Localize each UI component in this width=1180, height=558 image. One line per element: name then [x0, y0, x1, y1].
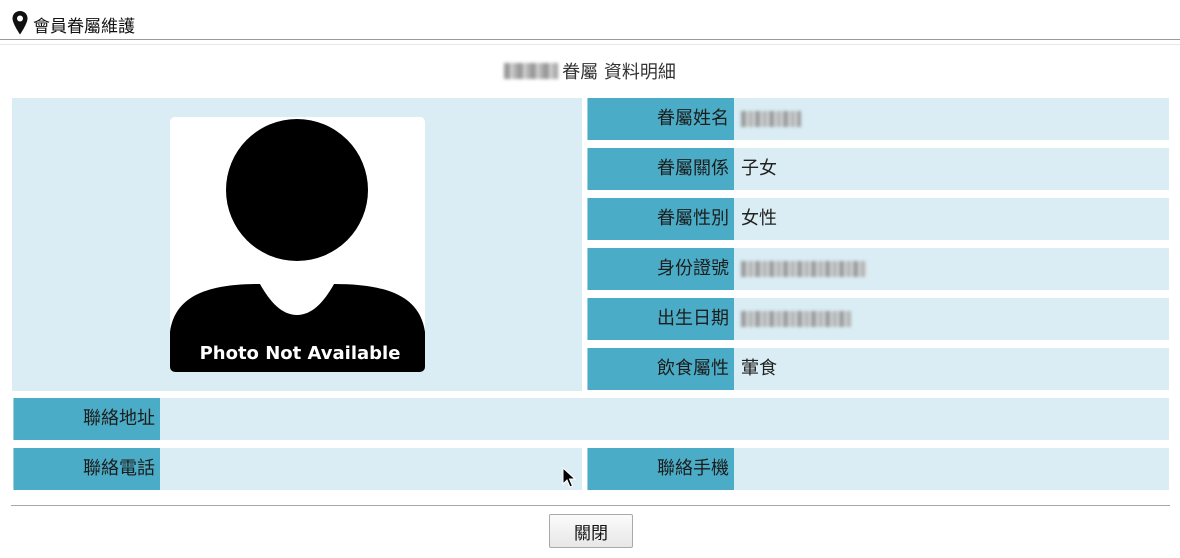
map-pin-icon [12, 11, 28, 35]
field-label-address: 聯絡地址 [13, 398, 160, 440]
person-silhouette-icon: Photo Not Available [170, 119, 425, 372]
field-row-diet: 飲食屬性 葷食 [587, 348, 1169, 390]
field-row-relation: 眷屬關係 子女 [587, 148, 1169, 190]
page-title-text: 眷屬 資料明細 [562, 62, 676, 83]
field-row-id-number: 身份證號 [587, 248, 1169, 290]
close-button[interactable]: 關閉 [549, 514, 633, 548]
breadcrumb-title: 會員眷屬維護 [33, 17, 135, 37]
field-value-diet: 葷食 [741, 358, 777, 379]
field-label-phone: 聯絡電話 [13, 448, 160, 490]
field-row-phone: 聯絡電話 [13, 448, 582, 490]
field-row-birth-date: 出生日期 [587, 298, 1169, 340]
footer-divider [11, 505, 1170, 506]
avatar-photo: Photo Not Available [170, 117, 425, 372]
field-value-relation: 子女 [741, 158, 777, 179]
field-label-mobile: 聯絡手機 [587, 448, 734, 490]
field-label-id-number: 身份證號 [587, 248, 734, 290]
name-masked [741, 111, 801, 127]
breadcrumb: 會員眷屬維護 [0, 0, 1180, 40]
field-row-address: 聯絡地址 [13, 398, 1169, 440]
field-label-diet: 飲食屬性 [587, 348, 734, 390]
page-title: 眷屬 資料明細 [0, 58, 1180, 84]
birth-date-masked [741, 311, 851, 327]
id-number-masked [741, 261, 867, 277]
field-value-gender: 女性 [741, 208, 777, 229]
field-label-birth-date: 出生日期 [587, 298, 734, 340]
mouse-cursor-icon [562, 467, 576, 488]
field-row-name: 眷屬姓名 [587, 98, 1169, 140]
field-label-name: 眷屬姓名 [587, 98, 734, 140]
field-label-relation: 眷屬關係 [587, 148, 734, 190]
field-label-gender: 眷屬性別 [587, 198, 734, 240]
member-name-masked [504, 63, 559, 79]
field-row-mobile: 聯絡手機 [587, 448, 1169, 490]
photo-placeholder-text: Photo Not Available [200, 343, 401, 364]
field-row-gender: 眷屬性別 女性 [587, 198, 1169, 240]
